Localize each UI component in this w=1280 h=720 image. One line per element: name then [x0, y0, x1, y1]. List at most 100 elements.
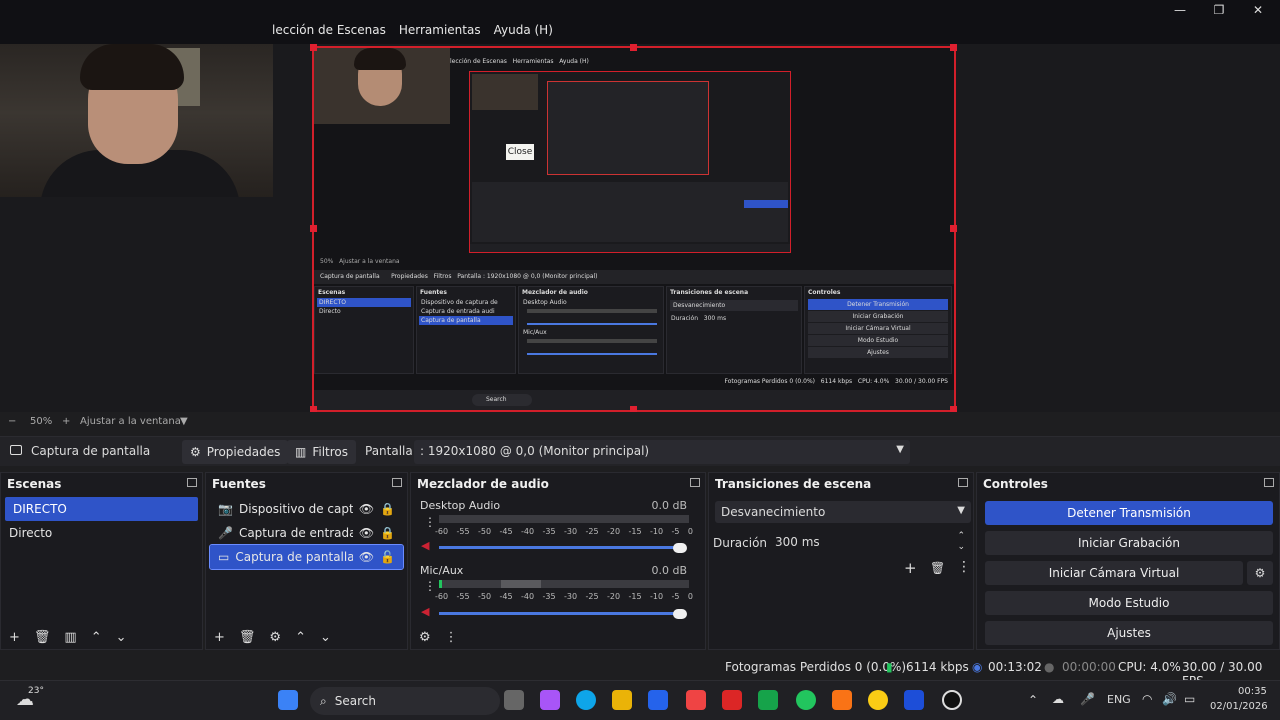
resize-handle-nw[interactable]	[310, 44, 317, 51]
lock-icon[interactable]: 🔒	[380, 526, 395, 540]
brave-icon[interactable]	[832, 690, 852, 710]
transition-menu-icon[interactable]: ⋮	[957, 559, 971, 575]
record-icon: ●	[1044, 660, 1055, 674]
resize-handle-w[interactable]	[310, 225, 317, 232]
menu-tools[interactable]: Herramientas	[399, 23, 481, 37]
file-explorer-icon[interactable]	[612, 690, 632, 710]
zoom-out-button[interactable]: −	[8, 416, 16, 427]
language-indicator[interactable]: ENG	[1107, 693, 1131, 706]
undock-icon[interactable]	[187, 478, 197, 487]
trash-icon[interactable]: 🗑	[34, 630, 51, 645]
eye-icon[interactable]: 👁	[359, 526, 374, 540]
trash-icon[interactable]: 🗑	[930, 561, 945, 575]
source-item-capture-device[interactable]: 📷 Dispositivo de captura de 👁 🔒	[210, 497, 403, 521]
taskbar-search[interactable]: ⌕ Search	[310, 687, 500, 715]
volume-slider[interactable]	[439, 546, 679, 549]
undock-icon[interactable]	[690, 478, 700, 487]
maximize-icon[interactable]: ❐	[1207, 2, 1231, 18]
menu-help[interactable]: Ayuda (H)	[494, 23, 553, 37]
signal-icon: ▮	[886, 660, 893, 674]
resize-handle-n[interactable]	[630, 44, 637, 51]
chevron-down-icon[interactable]: ⌄	[320, 630, 331, 645]
bitrate: 6114 kbps	[906, 660, 969, 674]
gear-icon[interactable]: ⚙	[1247, 561, 1273, 585]
monitor-icon: ▭	[218, 550, 230, 564]
zoom-bar: − 50% + Ajustar a la ventana ▼	[0, 412, 1280, 432]
menu-scene-collection[interactable]: lección de Escenas	[272, 23, 386, 37]
undock-icon[interactable]	[958, 478, 968, 487]
volume-icon[interactable]: 🔊	[1162, 692, 1177, 706]
battery-icon[interactable]: ▭	[1184, 692, 1195, 706]
onedrive-icon[interactable]: ☁	[1052, 692, 1064, 706]
close-icon[interactable]: ✕	[1246, 2, 1270, 18]
chrome-icon[interactable]	[868, 690, 888, 710]
settings-button[interactable]: Ajustes	[985, 621, 1273, 645]
filter-icon[interactable]: ▥	[64, 630, 76, 645]
store-icon[interactable]	[648, 690, 668, 710]
source-item-screen-capture[interactable]: ▭ Captura de pantalla 👁 🔓	[209, 544, 404, 570]
fit-to-window-label: Ajustar a la ventana	[80, 416, 181, 427]
clock-date[interactable]: 02/01/2026	[1210, 701, 1268, 712]
chevron-up-icon[interactable]: ⌃	[1028, 693, 1038, 707]
lock-icon[interactable]: 🔓	[380, 550, 395, 564]
volume-slider-handle[interactable]	[673, 609, 687, 619]
screen-capture-source[interactable]: lección de Escenas Herramientas Ayuda (H…	[310, 44, 957, 413]
studio-mode-button[interactable]: Modo Estudio	[985, 591, 1273, 615]
obs-icon[interactable]	[942, 690, 962, 710]
start-virtual-camera-button[interactable]: Iniciar Cámara Virtual	[985, 561, 1243, 585]
undock-icon[interactable]	[392, 478, 402, 487]
speaker-muted-icon[interactable]: ◀	[421, 539, 429, 552]
cpu-usage: CPU: 4.0%	[1118, 660, 1181, 674]
scene-item-directo[interactable]: Directo	[1, 521, 202, 545]
zoom-dropdown-icon[interactable]: ▼	[180, 416, 188, 427]
speaker-muted-icon[interactable]: ◀	[421, 605, 429, 618]
zoom-in-button[interactable]: +	[62, 416, 70, 427]
chevron-down-icon: ▼	[896, 444, 904, 455]
volume-slider[interactable]	[439, 612, 679, 615]
eye-icon[interactable]: 👁	[359, 502, 374, 516]
windows-start-icon[interactable]	[278, 690, 298, 710]
chevron-up-icon[interactable]: ⌃	[91, 630, 102, 645]
volume-slider-handle[interactable]	[673, 543, 687, 553]
add-icon[interactable]: +	[9, 630, 20, 645]
transition-select[interactable]: Desvanecimiento ▼	[715, 501, 971, 523]
chevron-up-icon[interactable]: ⌃	[295, 630, 306, 645]
lock-icon[interactable]: 🔒	[380, 502, 395, 516]
microphone-icon[interactable]: 🎤	[1080, 692, 1095, 706]
stop-streaming-button[interactable]: Detener Transmisión	[985, 501, 1273, 525]
resize-handle-e[interactable]	[950, 225, 957, 232]
minimize-icon[interactable]: —	[1168, 2, 1192, 18]
mixer-menu-icon[interactable]: ⋮	[445, 630, 458, 645]
copilot-icon[interactable]	[540, 690, 560, 710]
zoom-level: 50%	[30, 416, 53, 427]
chevron-down-icon[interactable]: ⌄	[116, 630, 127, 645]
spinner-icon[interactable]: ⌃ ⌄	[957, 531, 965, 553]
chart-app-icon[interactable]	[758, 690, 778, 710]
duration-input[interactable]: 300 ms ⌃ ⌄	[769, 531, 969, 553]
scene-item-directo-upper[interactable]: DIRECTO	[5, 497, 198, 521]
add-transition-icon[interactable]: +	[904, 559, 917, 577]
source-item-audio-input[interactable]: 🎤 Captura de entrada audi 👁 🔒	[210, 521, 403, 545]
gear-icon[interactable]: ⚙	[269, 630, 281, 645]
whatsapp-icon[interactable]	[796, 690, 816, 710]
task-view-icon[interactable]	[504, 690, 524, 710]
video-app-icon[interactable]	[722, 690, 742, 710]
display-select[interactable]: : 1920x1080 @ 0,0 (Monitor principal) ▼	[414, 440, 910, 464]
wifi-icon[interactable]: ◠	[1142, 692, 1152, 706]
edge-icon[interactable]	[576, 690, 596, 710]
advanced-audio-gear-icon[interactable]: ⚙	[419, 630, 431, 645]
add-icon[interactable]: +	[214, 630, 225, 645]
preview-canvas[interactable]: lección de Escenas Herramientas Ayuda (H…	[0, 44, 1280, 413]
word-icon[interactable]	[904, 690, 924, 710]
properties-button[interactable]: ⚙ Propiedades	[182, 440, 289, 464]
undock-icon[interactable]	[1264, 478, 1274, 487]
eye-icon[interactable]: 👁	[359, 550, 374, 564]
resize-handle-ne[interactable]	[950, 44, 957, 51]
filters-button[interactable]: ▥ Filtros	[287, 440, 357, 464]
stream-time: 00:13:02	[988, 660, 1042, 674]
clock-time[interactable]: 00:35	[1238, 686, 1267, 697]
start-recording-button[interactable]: Iniciar Grabación	[985, 531, 1273, 555]
channel-menu-icon[interactable]: ⋮	[424, 579, 436, 593]
youtube-icon[interactable]	[686, 690, 706, 710]
trash-icon[interactable]: 🗑	[239, 630, 256, 645]
